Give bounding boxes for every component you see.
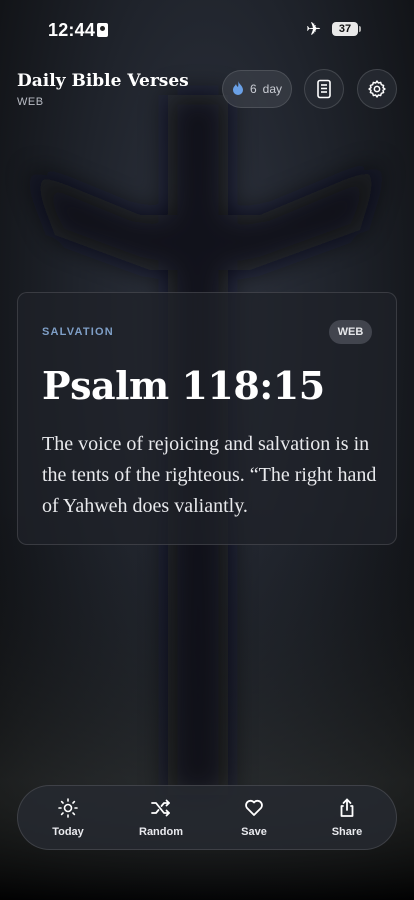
airplane-mode-icon: ✈ [306, 19, 322, 39]
verse-card[interactable]: SALVATION WEB Psalm 118:15 The voice of … [17, 292, 397, 545]
gear-icon [368, 80, 386, 98]
flame-icon [232, 80, 244, 98]
tab-share-label: Share [331, 826, 363, 838]
verse-reference: Psalm 118:15 [42, 363, 325, 408]
settings-button[interactable] [357, 69, 397, 109]
streak-unit: day [262, 82, 283, 96]
tab-today-label: Today [52, 826, 84, 838]
verse-text: The voice of rejoicing and salvation is … [42, 433, 377, 517]
tab-today[interactable]: Today [28, 798, 108, 840]
share-icon [340, 798, 354, 817]
reading-plan-button[interactable] [304, 69, 344, 109]
status-bar: 12:44 ✈ 37 [0, 0, 414, 60]
streak-pill[interactable]: 6 day [222, 70, 292, 108]
contact-card-icon [97, 23, 108, 37]
heart-icon [245, 799, 263, 816]
tab-save[interactable]: Save [214, 798, 294, 840]
tab-random[interactable]: Random [121, 798, 201, 840]
bottom-tab-bar: Today Random Save Share [17, 785, 397, 850]
shuffle-icon [151, 799, 170, 817]
tab-share[interactable]: Share [307, 798, 387, 840]
book-icon [317, 79, 331, 99]
battery-cap [359, 26, 361, 32]
app-translation-label: WEB [17, 96, 44, 108]
verse-category: SALVATION [42, 326, 114, 338]
tab-save-label: Save [241, 826, 267, 838]
translation-badge: WEB [329, 320, 372, 344]
status-time: 12:44 [48, 20, 96, 40]
sun-icon [58, 798, 78, 818]
battery-icon: 37 [332, 22, 358, 36]
app-title: Daily Bible Verses [17, 71, 189, 91]
streak-count: 6 [249, 82, 257, 96]
tab-random-label: Random [139, 826, 183, 838]
